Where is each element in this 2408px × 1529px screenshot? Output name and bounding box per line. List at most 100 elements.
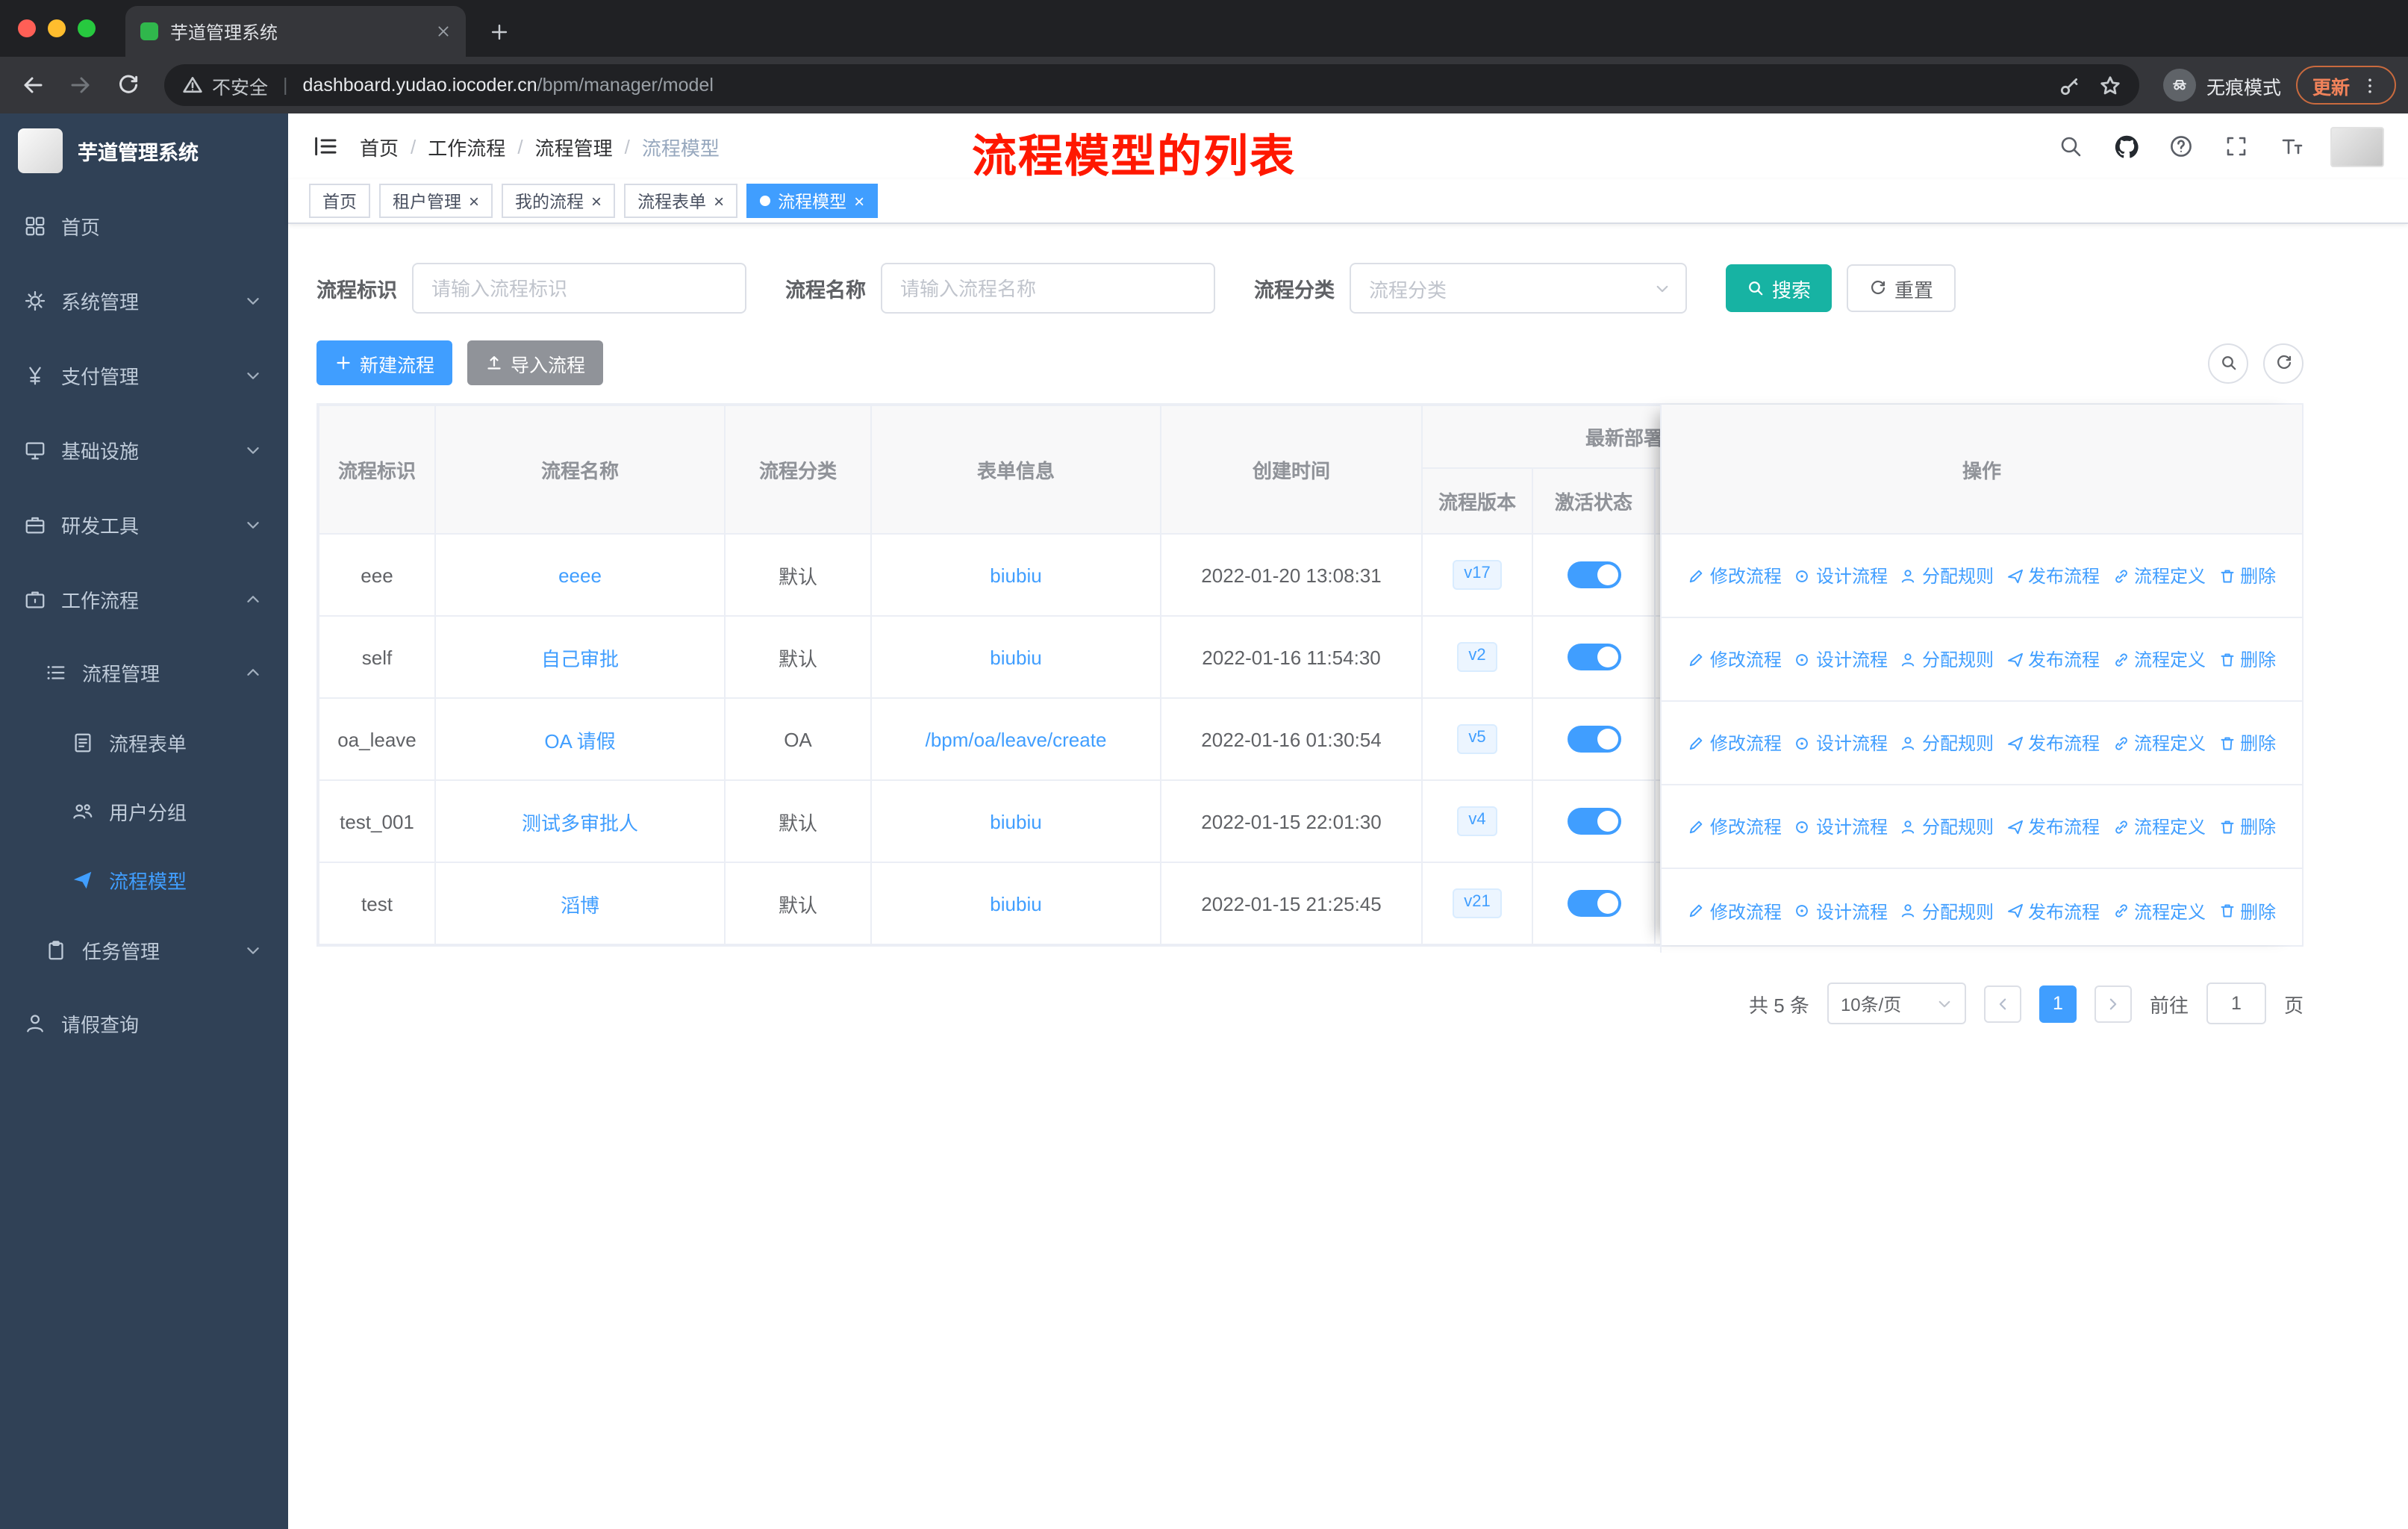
breadcrumb-home[interactable]: 首页 bbox=[360, 132, 399, 161]
action-assign-link[interactable]: 分配规则 bbox=[1900, 730, 1994, 756]
menu-dots-icon[interactable] bbox=[2360, 75, 2380, 95]
sidebar-item-task-management[interactable]: 任务管理 bbox=[0, 914, 288, 985]
tab-close-icon[interactable] bbox=[436, 24, 451, 39]
password-key-icon[interactable] bbox=[2059, 74, 2081, 96]
action-delete-link[interactable]: 删除 bbox=[2218, 898, 2276, 924]
action-definition-link[interactable]: 流程定义 bbox=[2112, 898, 2206, 924]
new-tab-button[interactable] bbox=[478, 10, 520, 52]
incognito-chip[interactable]: 无痕模式 bbox=[2154, 69, 2290, 102]
browser-tab[interactable]: 芋道管理系统 bbox=[125, 6, 466, 57]
header-search-icon[interactable] bbox=[2054, 130, 2087, 163]
bookmark-star-icon[interactable] bbox=[2099, 74, 2121, 96]
sidebar-item-home[interactable]: 首页 bbox=[0, 188, 288, 263]
tag-process-form[interactable]: 流程表单 × bbox=[624, 184, 738, 218]
form-info-link[interactable]: biubiu bbox=[990, 810, 1041, 832]
category-select[interactable]: 流程分类 bbox=[1350, 263, 1687, 314]
site-security-chip[interactable]: 不安全 bbox=[182, 71, 268, 99]
tag-close-icon[interactable]: × bbox=[714, 192, 724, 210]
prev-page-button[interactable] bbox=[1983, 985, 2021, 1022]
font-size-icon[interactable] bbox=[2275, 130, 2308, 163]
tag-tenant[interactable]: 租户管理 × bbox=[379, 184, 493, 218]
close-window-button[interactable] bbox=[18, 19, 36, 37]
action-assign-link[interactable]: 分配规则 bbox=[1900, 814, 1994, 839]
show-search-button[interactable] bbox=[2208, 343, 2248, 383]
action-assign-link[interactable]: 分配规则 bbox=[1900, 898, 1994, 924]
action-publish-link[interactable]: 发布流程 bbox=[2006, 898, 2100, 924]
sidebar-item-workflow[interactable]: 工作流程 bbox=[0, 561, 288, 636]
action-assign-link[interactable]: 分配规则 bbox=[1900, 647, 1994, 672]
form-info-link[interactable]: biubiu bbox=[990, 564, 1041, 586]
import-process-button[interactable]: 导入流程 bbox=[467, 340, 604, 385]
reload-button[interactable] bbox=[107, 64, 149, 106]
action-publish-link[interactable]: 发布流程 bbox=[2006, 647, 2100, 672]
goto-page-input[interactable] bbox=[2206, 983, 2266, 1024]
sidebar-item-system[interactable]: 系统管理 bbox=[0, 263, 288, 337]
tag-home[interactable]: 首页 bbox=[309, 184, 370, 218]
action-definition-link[interactable]: 流程定义 bbox=[2112, 730, 2206, 756]
next-page-button[interactable] bbox=[2094, 985, 2132, 1022]
action-definition-link[interactable]: 流程定义 bbox=[2112, 563, 2206, 588]
sidebar-item-leave-query[interactable]: 请假查询 bbox=[0, 985, 288, 1060]
zoom-window-button[interactable] bbox=[78, 19, 96, 37]
sidebar-item-user-group[interactable]: 用户分组 bbox=[0, 776, 288, 845]
process-name-link[interactable]: 滔博 bbox=[561, 894, 599, 916]
tag-my-process[interactable]: 我的流程 × bbox=[502, 184, 616, 218]
form-info-link[interactable]: biubiu bbox=[990, 892, 1041, 915]
refresh-table-button[interactable] bbox=[2263, 343, 2303, 383]
app-logo[interactable]: 芋道管理系统 bbox=[0, 113, 288, 188]
active-toggle[interactable] bbox=[1567, 890, 1621, 917]
action-publish-link[interactable]: 发布流程 bbox=[2006, 563, 2100, 588]
process-name-link[interactable]: OA 请假 bbox=[544, 729, 615, 752]
process-name-link[interactable]: eeee bbox=[558, 564, 602, 586]
user-avatar[interactable] bbox=[2330, 126, 2384, 166]
action-definition-link[interactable]: 流程定义 bbox=[2112, 814, 2206, 839]
process-name-link[interactable]: 测试多审批人 bbox=[522, 812, 638, 834]
active-toggle[interactable] bbox=[1567, 726, 1621, 753]
action-modify-link[interactable]: 修改流程 bbox=[1688, 647, 1782, 672]
process-name-input[interactable] bbox=[881, 263, 1215, 314]
form-info-link[interactable]: /bpm/oa/leave/create bbox=[926, 728, 1107, 750]
fullscreen-icon[interactable] bbox=[2220, 130, 2253, 163]
breadcrumb-workflow[interactable]: 工作流程 bbox=[428, 132, 505, 161]
action-design-link[interactable]: 设计流程 bbox=[1794, 898, 1888, 924]
action-delete-link[interactable]: 删除 bbox=[2218, 730, 2276, 756]
action-delete-link[interactable]: 删除 bbox=[2218, 814, 2276, 839]
sidebar-item-process-management[interactable]: 流程管理 bbox=[0, 636, 288, 708]
address-bar[interactable]: 不安全 | dashboard.yudao.iocoder.cn/bpm/man… bbox=[164, 64, 2139, 106]
github-icon[interactable] bbox=[2109, 130, 2142, 163]
action-modify-link[interactable]: 修改流程 bbox=[1688, 898, 1782, 924]
action-design-link[interactable]: 设计流程 bbox=[1794, 814, 1888, 839]
back-button[interactable] bbox=[12, 64, 54, 106]
sidebar-item-devtools[interactable]: 研发工具 bbox=[0, 487, 288, 561]
sidebar-item-process-form[interactable]: 流程表单 bbox=[0, 708, 288, 776]
action-assign-link[interactable]: 分配规则 bbox=[1900, 563, 1994, 588]
action-modify-link[interactable]: 修改流程 bbox=[1688, 814, 1782, 839]
action-publish-link[interactable]: 发布流程 bbox=[2006, 730, 2100, 756]
forward-button[interactable] bbox=[60, 64, 102, 106]
action-delete-link[interactable]: 删除 bbox=[2218, 563, 2276, 588]
page-number-1[interactable]: 1 bbox=[2039, 985, 2077, 1022]
process-key-input[interactable] bbox=[412, 263, 746, 314]
sidebar-fold-button[interactable] bbox=[312, 133, 339, 160]
browser-update-button[interactable]: 更新 bbox=[2295, 66, 2396, 105]
tag-close-icon[interactable]: × bbox=[591, 192, 602, 210]
tag-close-icon[interactable]: × bbox=[469, 192, 479, 210]
active-toggle[interactable] bbox=[1567, 808, 1621, 835]
form-info-link[interactable]: biubiu bbox=[990, 646, 1041, 668]
sidebar-item-infrastructure[interactable]: 基础设施 bbox=[0, 412, 288, 487]
search-button[interactable]: 搜索 bbox=[1726, 264, 1832, 312]
create-process-button[interactable]: 新建流程 bbox=[316, 340, 453, 385]
tag-close-icon[interactable]: × bbox=[854, 192, 864, 210]
reset-button[interactable]: 重置 bbox=[1847, 264, 1956, 312]
page-size-select[interactable]: 10条/页 bbox=[1827, 983, 1966, 1024]
action-modify-link[interactable]: 修改流程 bbox=[1688, 730, 1782, 756]
action-publish-link[interactable]: 发布流程 bbox=[2006, 814, 2100, 839]
action-modify-link[interactable]: 修改流程 bbox=[1688, 563, 1782, 588]
active-toggle[interactable] bbox=[1567, 644, 1621, 670]
action-definition-link[interactable]: 流程定义 bbox=[2112, 647, 2206, 672]
action-design-link[interactable]: 设计流程 bbox=[1794, 563, 1888, 588]
action-design-link[interactable]: 设计流程 bbox=[1794, 647, 1888, 672]
tag-process-model[interactable]: 流程模型 × bbox=[746, 184, 879, 218]
active-toggle[interactable] bbox=[1567, 561, 1621, 588]
sidebar-item-process-model[interactable]: 流程模型 bbox=[0, 845, 288, 914]
